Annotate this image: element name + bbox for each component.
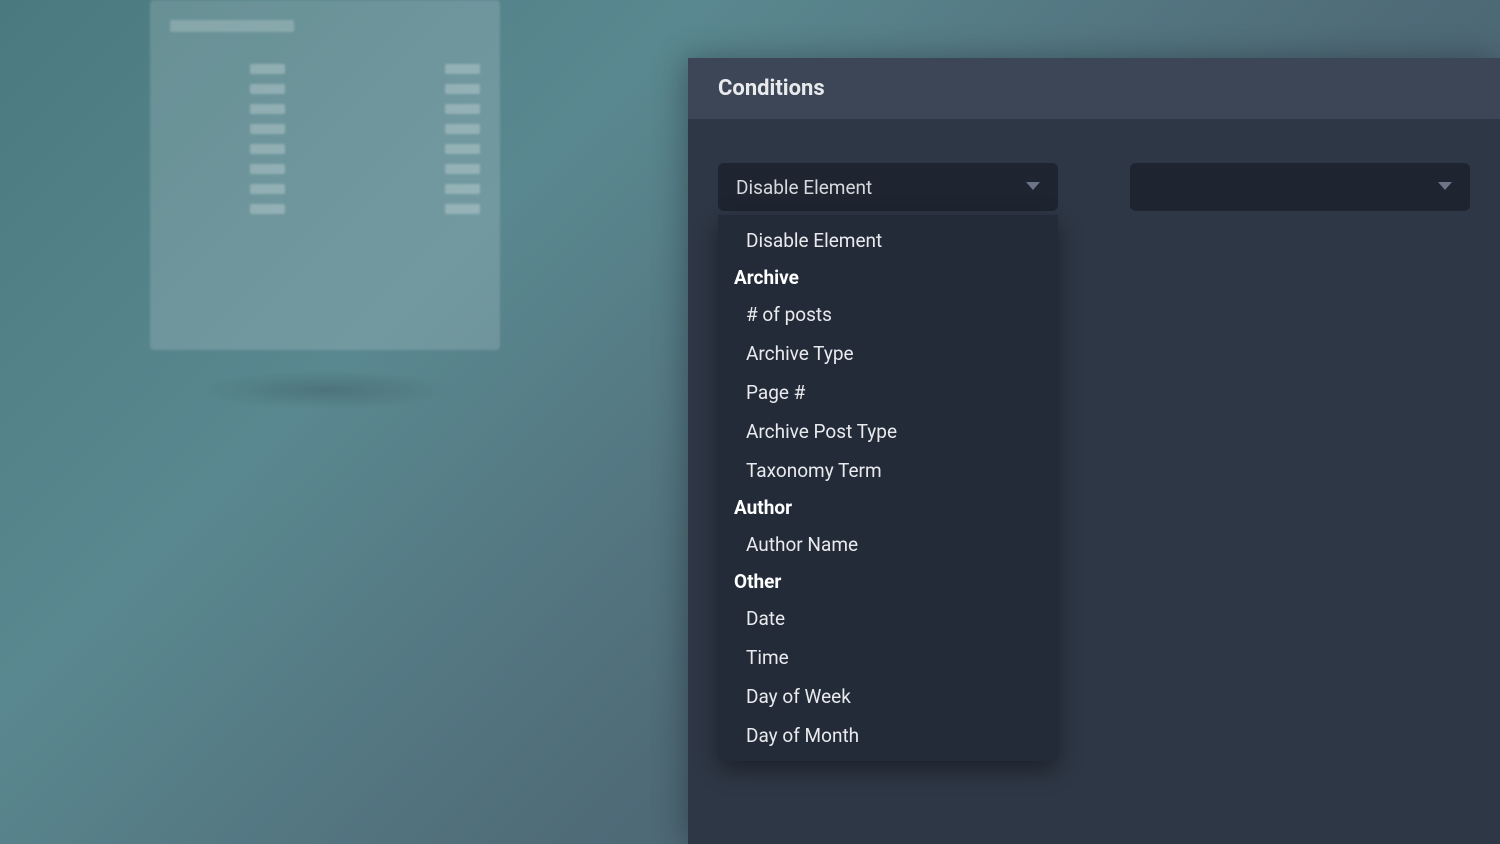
dropdown-option-time[interactable]: Time <box>718 638 1058 677</box>
conditions-panel: Conditions Disable Element Disable Eleme… <box>688 58 1500 844</box>
dropdown-option-taxonomy-term[interactable]: Taxonomy Term <box>718 451 1058 490</box>
dropdown-option-page-num[interactable]: Page # <box>718 373 1058 412</box>
background-preview <box>150 0 500 350</box>
dropdown-group-author: Author <box>718 490 1058 525</box>
dropdown-option-archive-post-type[interactable]: Archive Post Type <box>718 412 1058 451</box>
condition-type-select[interactable]: Disable Element <box>718 163 1058 211</box>
panel-body: Disable Element Disable Element Archive … <box>688 119 1500 255</box>
dropdown-option-day-of-month[interactable]: Day of Month <box>718 716 1058 755</box>
dropdown-option-disable-element[interactable]: Disable Element <box>718 221 1058 260</box>
select-selected-text: Disable Element <box>736 176 872 199</box>
chevron-down-icon <box>1026 182 1040 192</box>
dropdown-group-archive: Archive <box>718 260 1058 295</box>
panel-header: Conditions <box>688 58 1500 119</box>
background-shadow <box>200 370 450 410</box>
dropdown-option-author-name[interactable]: Author Name <box>718 525 1058 564</box>
dropdown-option-date[interactable]: Date <box>718 599 1058 638</box>
dropdown-option-archive-type[interactable]: Archive Type <box>718 334 1058 373</box>
condition-type-dropdown: Disable Element Archive # of posts Archi… <box>718 215 1058 761</box>
dropdown-option-day-of-week[interactable]: Day of Week <box>718 677 1058 716</box>
condition-value-select[interactable] <box>1130 163 1470 211</box>
panel-title: Conditions <box>718 76 1470 101</box>
condition-type-select-wrapper: Disable Element Disable Element Archive … <box>718 163 1100 211</box>
dropdown-group-other: Other <box>718 564 1058 599</box>
chevron-down-icon <box>1438 182 1452 192</box>
dropdown-option-num-posts[interactable]: # of posts <box>718 295 1058 334</box>
